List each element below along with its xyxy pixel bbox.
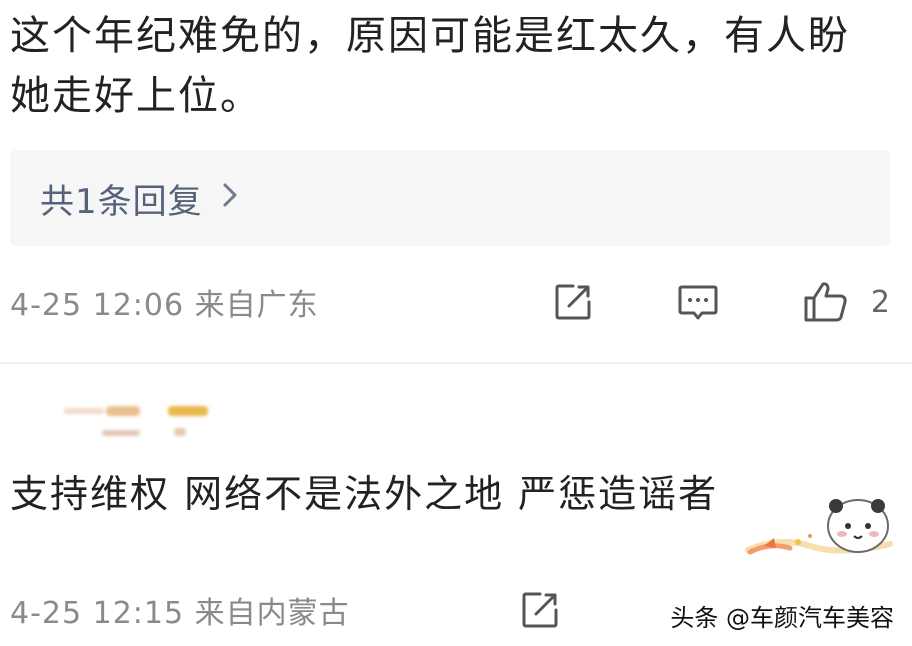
- comment-timestamp: 4-25 12:06 来自广东: [10, 288, 319, 323]
- edit-icon: [522, 592, 558, 628]
- comment-actions: [520, 590, 560, 630]
- comment-actions: 2: [469, 280, 890, 324]
- edit-icon: [555, 284, 591, 320]
- comment-text: 这个年纪难免的，原因可能是红太久，有人盼她走好上位。: [10, 13, 850, 119]
- reply-count-label: 共1条回复: [40, 181, 203, 222]
- comment-meta-row: 4-25 12:06 来自广东 2: [10, 272, 890, 332]
- comment-icon: [678, 285, 718, 320]
- chevron-right-icon: [221, 181, 239, 216]
- blurred-username: [64, 402, 234, 442]
- comment-timestamp: 4-25 12:15 来自内蒙古: [10, 596, 350, 631]
- share-button[interactable]: [553, 282, 593, 322]
- like-count: 2: [870, 284, 890, 320]
- watermark-text: 头条 @车颜汽车美容: [670, 604, 894, 632]
- view-replies-link[interactable]: 共1条回复: [40, 174, 239, 223]
- share-button[interactable]: [520, 590, 560, 630]
- comment-button[interactable]: [677, 281, 719, 323]
- comment-divider: [0, 362, 912, 364]
- panda-sticker-image: [740, 486, 900, 576]
- like-button[interactable]: 2: [803, 280, 890, 324]
- reply-summary-box[interactable]: 共1条回复: [10, 150, 890, 246]
- thumbs-up-icon: [804, 282, 847, 322]
